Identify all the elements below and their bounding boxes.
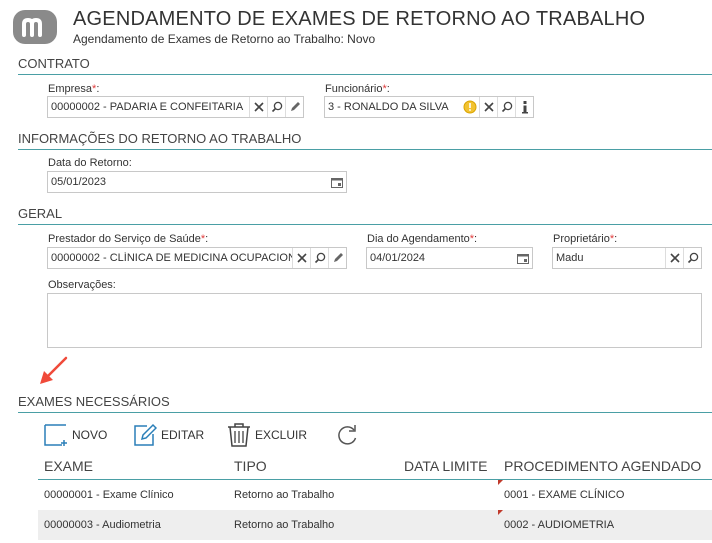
observacoes-textarea[interactable] bbox=[47, 293, 702, 348]
section-geral: GERAL bbox=[18, 206, 712, 225]
empresa-label: Empresa*: bbox=[48, 83, 100, 95]
row-marker-icon bbox=[498, 510, 503, 515]
calendar-icon[interactable] bbox=[514, 248, 532, 268]
refresh-button[interactable] bbox=[336, 424, 358, 446]
funcionario-value: 3 - RONALDO DA SILVA bbox=[328, 101, 449, 113]
trash-icon bbox=[228, 423, 250, 447]
column-header-exame[interactable]: EXAME bbox=[44, 458, 93, 474]
annotation-arrow-icon bbox=[40, 356, 68, 384]
page-title: AGENDAMENTO DE EXAMES DE RETORNO AO TRAB… bbox=[73, 8, 646, 30]
dia-agendamento-value: 04/01/2024 bbox=[370, 252, 426, 264]
novo-button[interactable]: NOVO bbox=[44, 423, 107, 447]
search-icon[interactable] bbox=[310, 248, 328, 268]
column-header-tipo[interactable]: TIPO bbox=[234, 458, 267, 474]
table-row[interactable]: 00000001 - Exame Clínico Retorno ao Trab… bbox=[38, 480, 712, 510]
cell-exame: 00000001 - Exame Clínico bbox=[44, 489, 174, 501]
excluir-button[interactable]: EXCLUIR bbox=[227, 422, 307, 447]
clear-icon[interactable] bbox=[292, 248, 310, 268]
edit-pencil-icon[interactable] bbox=[328, 248, 346, 268]
cell-procedimento: 0002 - AUDIOMETRIA bbox=[504, 519, 615, 531]
cell-tipo: Retorno ao Trabalho bbox=[234, 519, 335, 531]
dia-agendamento-label: Dia do Agendamento*: bbox=[367, 233, 478, 245]
observacoes-label: Observações: bbox=[48, 279, 116, 291]
logo-m-icon bbox=[22, 17, 42, 37]
editar-button[interactable]: EDITAR bbox=[133, 423, 204, 447]
cell-tipo: Retorno ao Trabalho bbox=[234, 489, 335, 501]
app-logo bbox=[13, 10, 57, 44]
dia-agendamento-field[interactable]: 04/01/2024 bbox=[366, 247, 533, 269]
prestador-field[interactable]: 00000002 - CLÍNICA DE MEDICINA OCUPACION… bbox=[47, 247, 347, 269]
data-retorno-label: Data do Retorno: bbox=[48, 157, 132, 169]
funcionario-field[interactable]: 3 - RONALDO DA SILVA bbox=[324, 96, 534, 118]
section-exames: EXAMES NECESSÁRIOS bbox=[18, 394, 712, 413]
cell-procedimento: 0001 - EXAME CLÍNICO bbox=[504, 489, 625, 501]
data-retorno-value: 05/01/2023 bbox=[51, 176, 107, 188]
cell-exame: 00000003 - Audiometria bbox=[44, 519, 161, 531]
data-retorno-field[interactable]: 05/01/2023 bbox=[47, 171, 347, 193]
proprietario-field[interactable]: Madu bbox=[552, 247, 702, 269]
empresa-value: 00000002 - PADARIA E CONFEITARIA bbox=[51, 101, 244, 113]
warning-info-icon[interactable] bbox=[461, 97, 479, 117]
table-row[interactable]: 00000003 - Audiometria Retorno ao Trabal… bbox=[38, 510, 712, 540]
column-header-data-limite[interactable]: DATA LIMITE bbox=[404, 458, 488, 474]
search-icon[interactable] bbox=[497, 97, 515, 117]
clear-icon[interactable] bbox=[479, 97, 497, 117]
edit-pencil-icon[interactable] bbox=[285, 97, 303, 117]
proprietario-value: Madu bbox=[556, 252, 584, 264]
edit-icon bbox=[134, 423, 157, 446]
prestador-label: Prestador do Serviço de Saúde*: bbox=[48, 233, 209, 245]
funcionario-label: Funcionário*: bbox=[325, 83, 390, 95]
search-icon[interactable] bbox=[683, 248, 701, 268]
info-icon[interactable] bbox=[515, 97, 533, 117]
clear-icon[interactable] bbox=[249, 97, 267, 117]
section-retorno: INFORMAÇÕES DO RETORNO AO TRABALHO bbox=[18, 131, 712, 150]
column-header-procedimento[interactable]: PROCEDIMENTO AGENDADO bbox=[504, 458, 701, 474]
empresa-field[interactable]: 00000002 - PADARIA E CONFEITARIA bbox=[47, 96, 304, 118]
refresh-icon bbox=[338, 425, 357, 445]
section-contrato: CONTRATO bbox=[18, 56, 712, 75]
row-marker-icon bbox=[498, 480, 503, 485]
calendar-icon[interactable] bbox=[328, 172, 346, 192]
proprietario-label: Proprietário*: bbox=[553, 233, 618, 245]
prestador-value: 00000002 - CLÍNICA DE MEDICINA OCUPACION… bbox=[51, 252, 292, 264]
new-item-icon bbox=[44, 424, 67, 446]
search-icon[interactable] bbox=[267, 97, 285, 117]
page-subtitle: Agendamento de Exames de Retorno ao Trab… bbox=[73, 32, 376, 46]
clear-icon[interactable] bbox=[665, 248, 683, 268]
